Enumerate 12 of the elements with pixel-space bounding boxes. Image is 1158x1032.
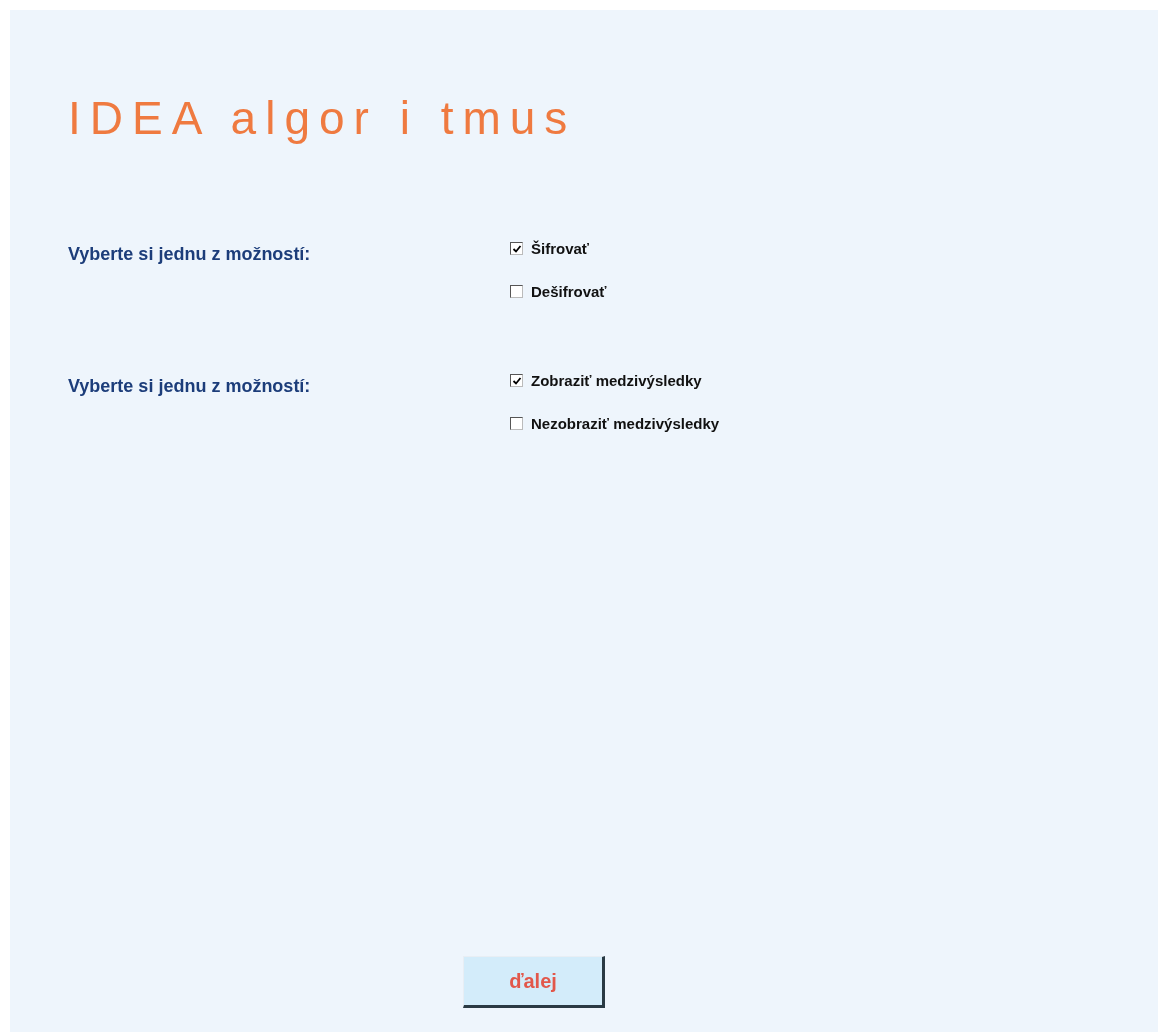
group-label: Vyberte si jednu z možností: — [68, 375, 312, 397]
option-label: Šifrovať — [531, 240, 590, 257]
option-label: Nezobraziť medzivýsledky — [531, 415, 720, 432]
checkbox[interactable] — [510, 374, 523, 387]
group-label: Vyberte si jednu z možností: — [68, 243, 312, 265]
checkbox[interactable] — [510, 417, 523, 430]
checkbox[interactable] — [510, 242, 523, 255]
next-button[interactable]: ďalej — [463, 956, 605, 1008]
option-label: Dešifrovať — [531, 283, 607, 300]
option-label: Zobraziť medzivýsledky — [531, 372, 702, 389]
page-title: IDEA algor i tmus — [68, 91, 578, 146]
checkbox[interactable] — [510, 285, 523, 298]
